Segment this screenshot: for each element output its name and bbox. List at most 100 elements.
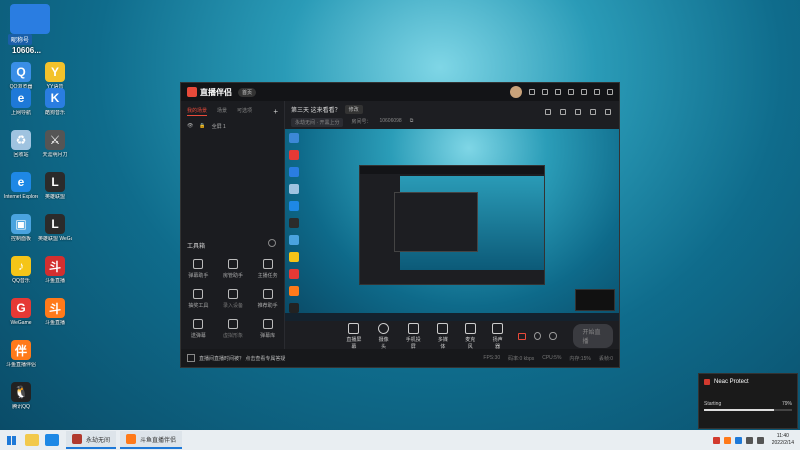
- app-icon: Q: [11, 62, 31, 82]
- tool-danmu[interactable]: 弹幕助手: [181, 259, 216, 279]
- start-button[interactable]: [0, 430, 22, 450]
- download-icon: [227, 289, 238, 299]
- desktop-icon[interactable]: L 英雄联盟 WeGame版: [38, 214, 72, 242]
- app-icon: L: [45, 172, 65, 192]
- toolbox-more-icon[interactable]: [268, 239, 276, 247]
- desktop-icon[interactable]: 🐧 腾讯QQ: [4, 382, 38, 410]
- tool-lottery[interactable]: 抽奖工具: [181, 289, 216, 309]
- layout-icon[interactable]: [545, 109, 551, 115]
- desktop-icon[interactable]: 斗斗鱼直播: [38, 256, 72, 284]
- desktop-icon-label: 腾讯QQ: [12, 404, 30, 410]
- lock-icon[interactable]: 🔒: [199, 123, 205, 130]
- gift-icon[interactable]: [542, 89, 548, 95]
- help-link[interactable]: 直播间直播时间被？ 点击查看专属答疑: [199, 355, 285, 362]
- eye-icon[interactable]: [534, 332, 542, 340]
- volume-icon[interactable]: [756, 436, 764, 444]
- app-icon: 伴: [11, 340, 31, 360]
- desktop-icon[interactable]: ▣ 控制面板: [4, 214, 38, 242]
- share-icon[interactable]: [605, 109, 611, 115]
- app-icon: ♻: [11, 130, 31, 150]
- maximize-icon[interactable]: [594, 89, 600, 95]
- tray-app-icon[interactable]: [723, 436, 731, 444]
- avatar[interactable]: [510, 86, 522, 98]
- desktop-icon[interactable]: K 酷狗音乐: [38, 88, 72, 116]
- stream-preview[interactable]: [285, 129, 619, 321]
- edit-title-button[interactable]: 修改: [344, 105, 363, 114]
- screen-source-button[interactable]: 直播屏幕: [345, 322, 363, 350]
- desktop-icon-label: WeGame: [10, 320, 32, 326]
- desktop-icon[interactable]: ♪ QQ音乐: [4, 256, 38, 284]
- desktop-icon[interactable]: L 英雄联盟: [38, 172, 72, 200]
- window-titlebar[interactable]: 直播伴侣 首页: [181, 83, 619, 101]
- scene-item[interactable]: 👁 🔒 全屏 1: [181, 119, 284, 134]
- download-icon: [227, 319, 238, 329]
- task-live-companion[interactable]: 斗鱼直播伴侣: [120, 431, 183, 449]
- desktop-icon[interactable]: e 上网导航: [4, 88, 38, 116]
- desktop-icon[interactable]: 伴斗鱼直播伴侣: [4, 340, 38, 368]
- desktop-icon[interactable]: ♻ 回收站: [4, 130, 38, 158]
- minimize-icon[interactable]: [581, 89, 587, 95]
- app-brand: 直播伴侣: [187, 87, 232, 98]
- tray-app-icon[interactable]: [734, 436, 742, 444]
- start-live-button[interactable]: 开始直播: [572, 324, 613, 348]
- recommend-icon: [262, 289, 273, 299]
- room-label: 房间号：: [351, 119, 372, 125]
- close-icon[interactable]: [607, 89, 613, 95]
- bag-icon[interactable]: [560, 109, 566, 115]
- phone-icon: [407, 322, 419, 334]
- tab-scenes[interactable]: 场景: [217, 107, 227, 116]
- desktop-icon[interactable]: G WeGame: [4, 298, 38, 326]
- desktop-icon[interactable]: e Internet Explorer: [4, 172, 38, 200]
- app-icon: L: [45, 214, 65, 234]
- microphone-button[interactable]: 麦克风: [464, 322, 477, 350]
- stat-cpu: CPU:5%: [542, 354, 562, 361]
- camera-source-button[interactable]: 摄像头: [377, 322, 390, 350]
- menu-icon[interactable]: [568, 89, 574, 95]
- tab-options[interactable]: 可选项: [237, 107, 252, 116]
- task-game[interactable]: 永劫无间: [66, 431, 117, 449]
- tab-my-scenes[interactable]: 我的场景: [187, 107, 208, 116]
- desktop-icon[interactable]: Y YY语音: [38, 62, 72, 90]
- tool-avatar[interactable]: 虚拟形象: [216, 319, 251, 339]
- tool-recommend[interactable]: 推荐助手: [250, 289, 285, 309]
- toolbox-title: 工具箱: [187, 244, 206, 250]
- speaker-button[interactable]: 扬声器: [491, 322, 504, 350]
- desktop-icon-label: 天涯明月刀: [42, 152, 68, 158]
- tool-room-admin[interactable]: 房管助手: [216, 259, 251, 279]
- category-chip[interactable]: 永劫无间 · 开黑上分: [291, 118, 344, 127]
- tool-device[interactable]: 录入设备: [216, 289, 251, 309]
- clock-time: 11:40: [776, 433, 789, 439]
- home-badge[interactable]: 首页: [238, 87, 257, 97]
- record-icon[interactable]: [518, 332, 527, 340]
- desktop-icon[interactable]: ⚔ 天涯明月刀: [38, 130, 72, 158]
- message-icon[interactable]: [529, 89, 535, 95]
- copy-icon[interactable]: ⧉: [410, 118, 414, 127]
- stream-stats: FPS:30 码率:0 kbps CPU:5% 内存:15% 丢帧:0: [483, 355, 613, 362]
- phone-cast-button[interactable]: 手机投屏: [404, 322, 422, 350]
- qq-logo-icon: [10, 4, 50, 34]
- bell-icon[interactable]: [590, 109, 596, 115]
- live-companion-window: 直播伴侣 首页 我的场景 场景 可选项 + 👁 🔒 全屏 1 工具箱 弹幕助手 …: [180, 82, 620, 368]
- gear-icon[interactable]: [549, 332, 557, 340]
- media-source-button[interactable]: 多媒体: [436, 322, 449, 350]
- tray-app-icon[interactable]: [712, 436, 720, 444]
- source-buttons: 直播屏幕 摄像头 手机投屏 多媒体 麦克风 扬声器: [345, 322, 504, 350]
- tool-label: 弹幕库: [260, 333, 276, 339]
- desktop-icon-label: 英雄联盟 WeGame版: [38, 236, 72, 242]
- titlebar-controls: [510, 86, 613, 98]
- add-scene-icon[interactable]: +: [273, 107, 278, 116]
- control-label: 直播屏幕: [346, 336, 362, 350]
- tool-send-danmu[interactable]: 送弹幕: [181, 319, 216, 339]
- clock[interactable]: 11:40 2022/2/14: [772, 433, 794, 447]
- ie-icon[interactable]: [45, 434, 59, 446]
- tool-danmu-lib[interactable]: 弹幕库: [250, 319, 285, 339]
- tool-task[interactable]: 主播任务: [250, 259, 285, 279]
- desktop-icon[interactable]: Q QQ浏览器: [4, 62, 38, 90]
- qq-account-widget[interactable]: 昵称号 10606...: [4, 4, 56, 60]
- settings-icon[interactable]: [555, 89, 561, 95]
- network-icon[interactable]: [745, 436, 753, 444]
- gift-icon[interactable]: [575, 109, 581, 115]
- desktop-icon[interactable]: 斗斗鱼直播: [38, 298, 72, 326]
- eye-icon[interactable]: 👁: [187, 123, 193, 130]
- file-explorer-icon[interactable]: [25, 434, 39, 446]
